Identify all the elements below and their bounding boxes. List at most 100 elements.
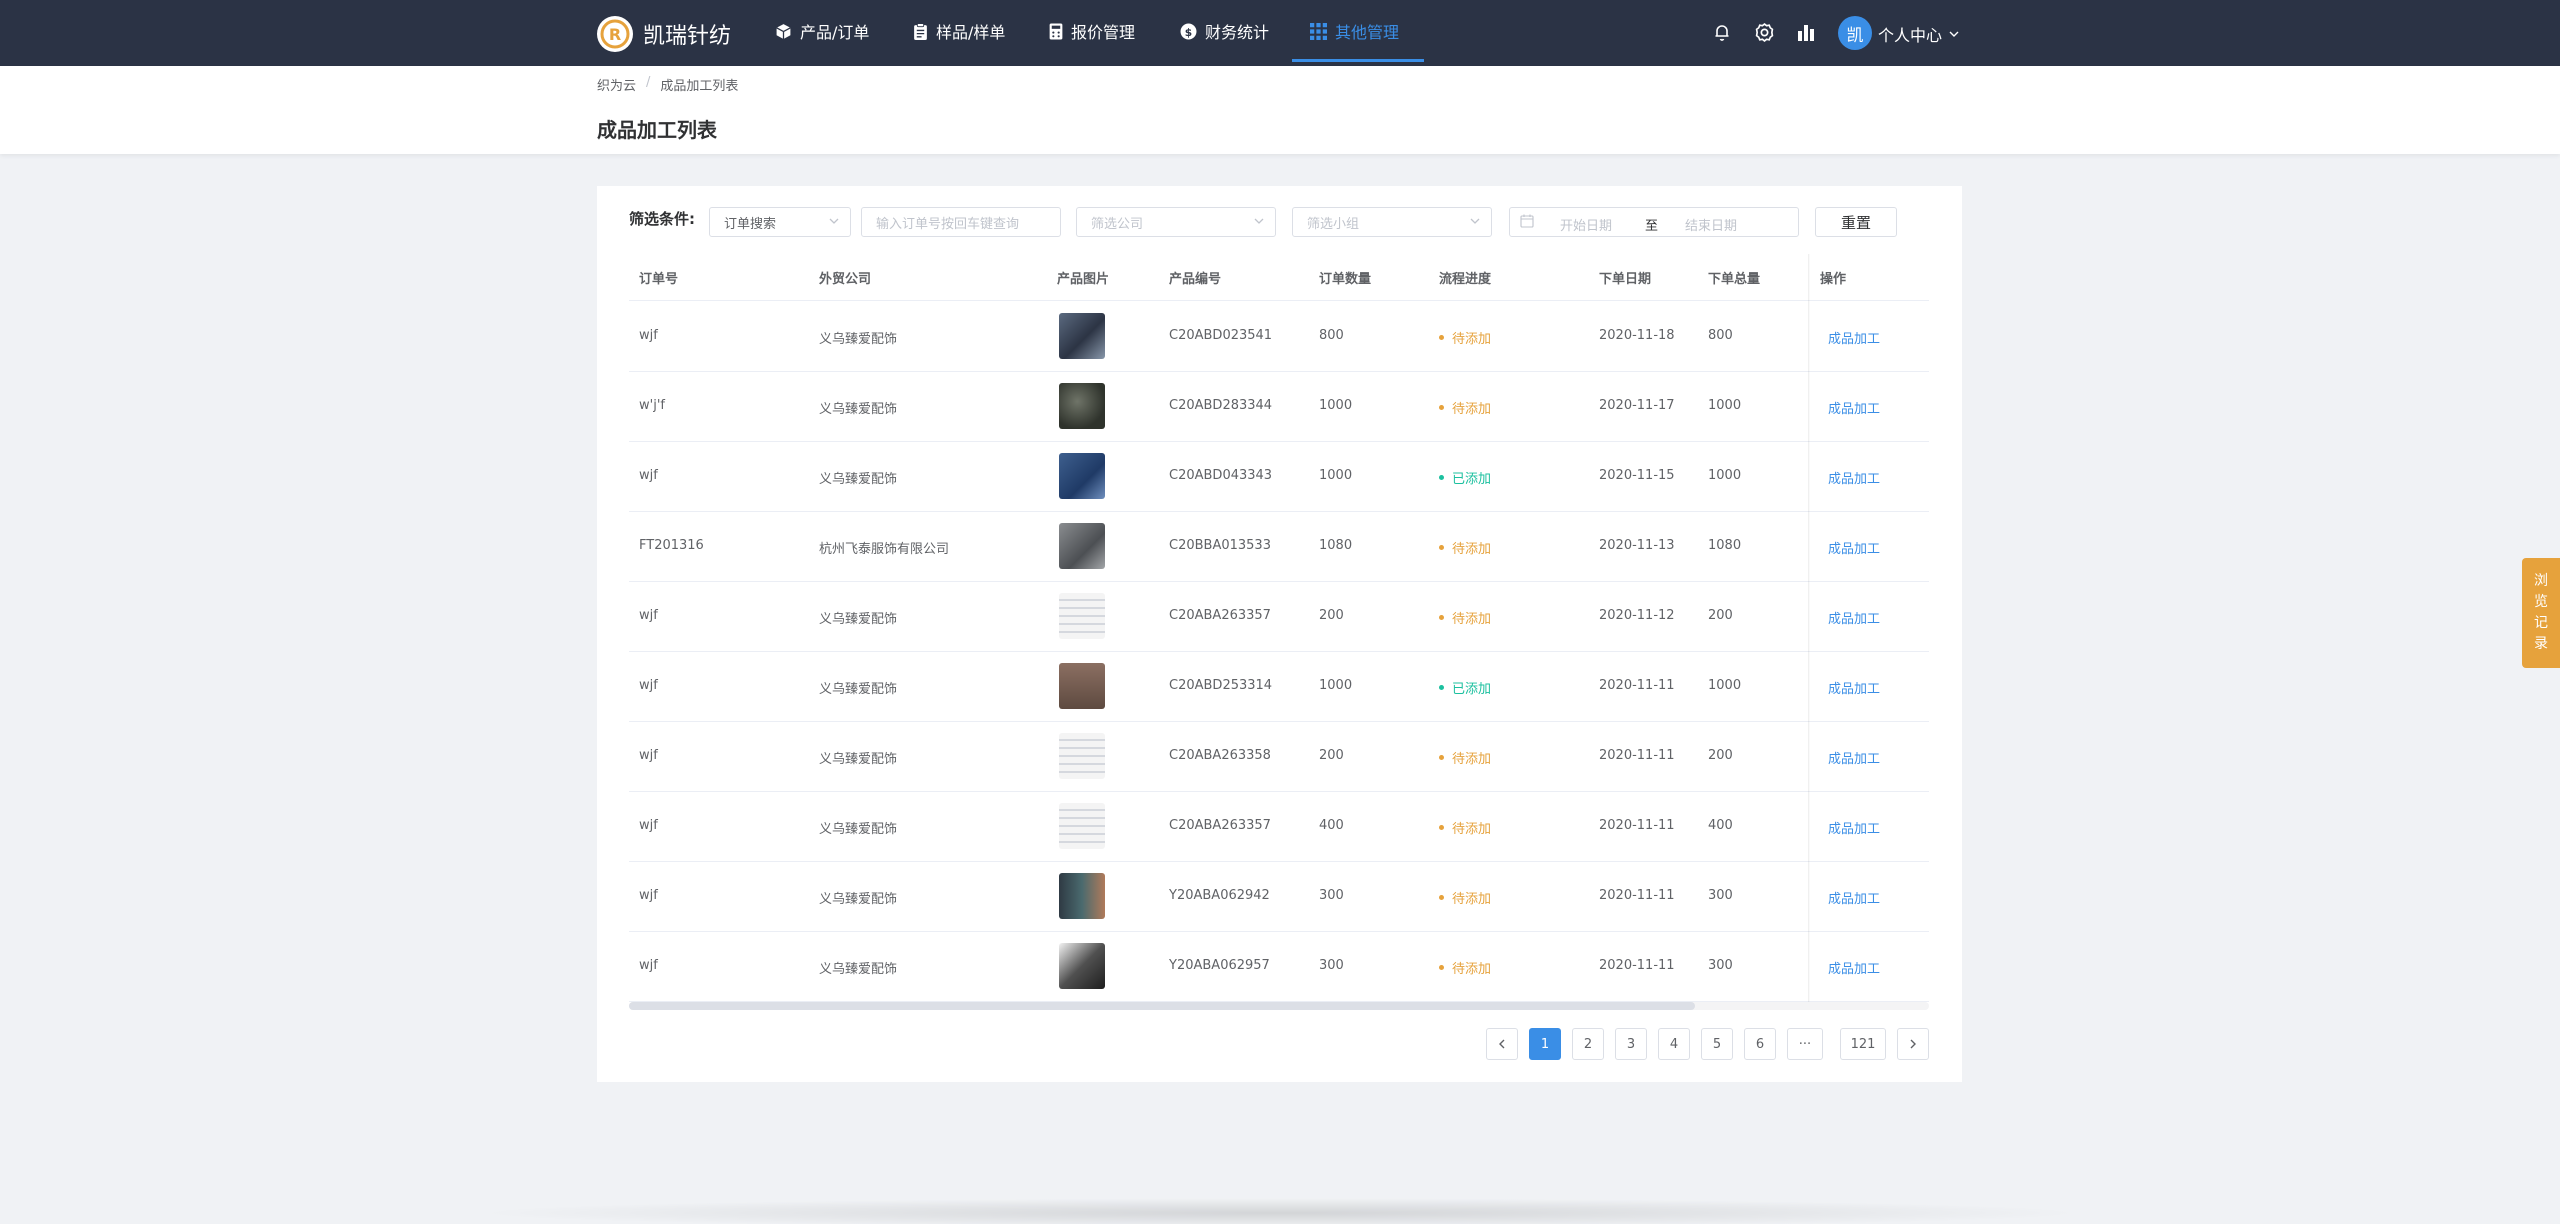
finished-processing-link[interactable]: 成品加工 (1828, 888, 1880, 907)
nav-item-products-orders[interactable]: 产品/订单 (775, 0, 869, 62)
cell-company: 义乌臻爱配饰 (819, 332, 898, 347)
row-divider (629, 791, 1929, 792)
cell-product-code: C20ABD253314 (1169, 678, 1273, 693)
next-page-button[interactable] (1897, 1028, 1929, 1060)
chevron-right-icon (1908, 1039, 1918, 1049)
page-button-last[interactable]: 121 (1840, 1028, 1886, 1060)
status-badge: 待添加 (1439, 538, 1491, 557)
date-range-picker[interactable]: 开始日期 至 结束日期 (1509, 207, 1799, 237)
end-date-input[interactable]: 结束日期 (1685, 215, 1737, 234)
nav-item-quotes[interactable]: 报价管理 (1049, 0, 1135, 62)
status-dot (1439, 895, 1444, 900)
brand[interactable]: R 凯瑞针纺 (597, 16, 731, 52)
prev-page-button[interactable] (1486, 1028, 1518, 1060)
product-image[interactable] (1059, 593, 1105, 639)
nav-item-other-management[interactable]: 其他管理 (1310, 0, 1399, 62)
product-image[interactable] (1059, 733, 1105, 779)
cell-company: 义乌臻爱配饰 (819, 962, 898, 977)
finished-processing-link[interactable]: 成品加工 (1828, 328, 1880, 347)
chevron-down-icon (1253, 215, 1265, 231)
cell-total: 1000 (1708, 398, 1742, 413)
horizontal-scrollbar[interactable] (629, 1002, 1929, 1010)
page-button[interactable]: 4 (1658, 1028, 1690, 1060)
cell-date: 2020-11-11 (1599, 748, 1675, 763)
cell-date: 2020-11-15 (1599, 468, 1675, 483)
finished-processing-link[interactable]: 成品加工 (1828, 398, 1880, 417)
page-title: 成品加工列表 (597, 118, 717, 142)
cell-date: 2020-11-18 (1599, 328, 1675, 343)
content-panel: 筛选条件: 订单搜索 输入订单号按回车键查询 筛选公司 筛选小组 开始日期 至 … (597, 186, 1962, 1082)
nav-label: 其他管理 (1335, 23, 1400, 42)
product-image[interactable] (1059, 873, 1105, 919)
product-image[interactable] (1059, 453, 1105, 499)
scrollbar-thumb[interactable] (629, 1002, 1695, 1010)
user-center-menu[interactable]: 个人中心 (1878, 22, 1960, 46)
status-label: 待添加 (1452, 402, 1492, 417)
cell-product-code: C20BBA013533 (1169, 538, 1271, 553)
browse-history-tab[interactable]: 浏览记录 (2522, 558, 2560, 668)
breadcrumb-home[interactable]: 织为云 (597, 75, 636, 94)
finished-processing-link[interactable]: 成品加工 (1828, 958, 1880, 977)
brand-logo: R (597, 16, 633, 52)
cell-order-no: w'j'f (639, 398, 665, 413)
search-type-select[interactable]: 订单搜索 (709, 207, 851, 237)
nav-label: 财务统计 (1205, 23, 1270, 42)
avatar[interactable]: 凯 (1838, 16, 1872, 50)
finished-processing-link[interactable]: 成品加工 (1828, 538, 1880, 557)
row-divider (629, 581, 1929, 582)
finished-processing-link[interactable]: 成品加工 (1828, 608, 1880, 627)
finished-processing-link[interactable]: 成品加工 (1828, 468, 1880, 487)
cell-total: 1080 (1708, 538, 1742, 553)
cell-order-no: wjf (639, 328, 658, 343)
clipboard-icon (913, 22, 928, 40)
finished-processing-link[interactable]: 成品加工 (1828, 818, 1880, 837)
page-button[interactable]: 3 (1615, 1028, 1647, 1060)
bar-chart-icon[interactable] (1795, 21, 1817, 43)
cell-quantity: 800 (1319, 328, 1344, 343)
page-button[interactable]: 1 (1529, 1028, 1561, 1060)
product-image[interactable] (1059, 663, 1105, 709)
gear-icon[interactable] (1753, 21, 1775, 43)
cell-quantity: 200 (1319, 748, 1344, 763)
cell-quantity: 200 (1319, 608, 1344, 623)
nav-item-samples[interactable]: 样品/样单 (913, 0, 1005, 62)
cell-product-code: Y20ABA062957 (1169, 958, 1270, 973)
header-col-action: 操作 (1820, 272, 1847, 287)
order-search-input[interactable]: 输入订单号按回车键查询 (861, 207, 1061, 237)
cell-date: 2020-11-11 (1599, 958, 1675, 973)
bell-icon[interactable] (1711, 21, 1733, 43)
reset-button[interactable]: 重置 (1815, 207, 1897, 237)
cell-total: 200 (1708, 748, 1733, 763)
top-nav: R 凯瑞针纺 产品/订单 样品/样单 报价管理 $ 财务统计 其他管理 凯 个人… (0, 0, 2560, 66)
product-image[interactable] (1059, 313, 1105, 359)
product-image[interactable] (1059, 943, 1105, 989)
cell-total: 300 (1708, 958, 1733, 973)
cell-company: 义乌臻爱配饰 (819, 472, 898, 487)
breadcrumb-current: 成品加工列表 (660, 79, 739, 94)
fixed-column-shadow (1808, 254, 1810, 1004)
company-select[interactable]: 筛选公司 (1076, 207, 1276, 237)
page-ellipsis[interactable]: ··· (1787, 1028, 1823, 1060)
cell-quantity: 1000 (1319, 678, 1353, 693)
cell-quantity: 300 (1319, 888, 1344, 903)
product-image[interactable] (1059, 383, 1105, 429)
cell-company: 义乌臻爱配饰 (819, 822, 898, 837)
status-label: 待添加 (1452, 612, 1492, 627)
finished-processing-link[interactable]: 成品加工 (1828, 748, 1880, 767)
filter-label: 筛选条件: (629, 210, 695, 228)
status-dot (1439, 475, 1444, 480)
page-button[interactable]: 5 (1701, 1028, 1733, 1060)
cell-total: 1000 (1708, 678, 1742, 693)
page-button[interactable]: 2 (1572, 1028, 1604, 1060)
start-date-input[interactable]: 开始日期 (1560, 215, 1612, 234)
group-select[interactable]: 筛选小组 (1292, 207, 1492, 237)
status-badge: 待添加 (1439, 608, 1491, 627)
finished-processing-link[interactable]: 成品加工 (1828, 678, 1880, 697)
header-col-quantity: 订单数量 (1319, 272, 1372, 287)
row-divider (629, 861, 1929, 862)
product-image[interactable] (1059, 803, 1105, 849)
product-image[interactable] (1059, 523, 1105, 569)
page-button[interactable]: 6 (1744, 1028, 1776, 1060)
nav-item-finance[interactable]: $ 财务统计 (1180, 0, 1269, 62)
header-col-status: 流程进度 (1439, 272, 1492, 287)
